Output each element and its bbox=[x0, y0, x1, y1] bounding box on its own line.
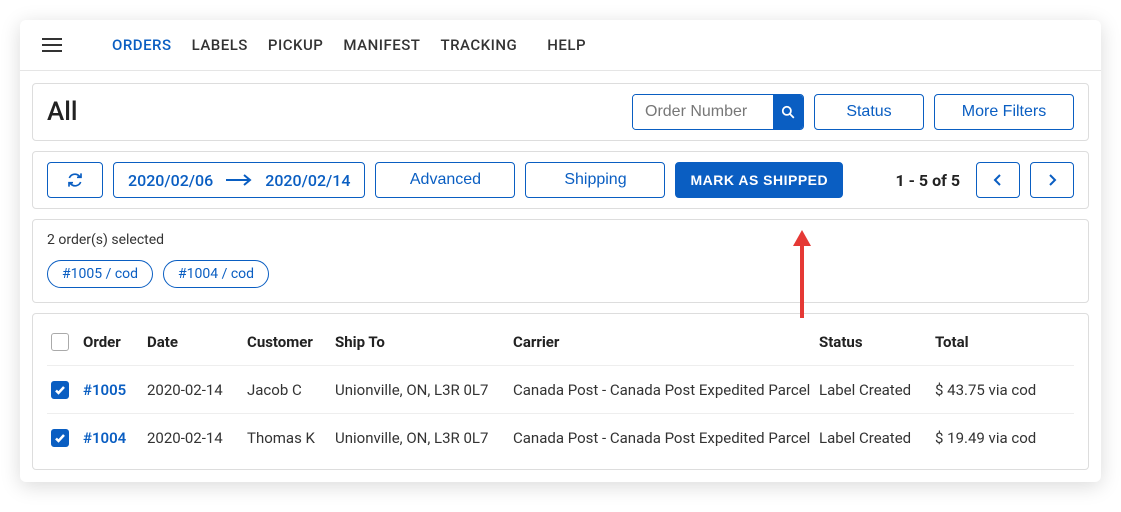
cell-status: Label Created bbox=[819, 366, 935, 414]
date-from: 2020/02/06 bbox=[128, 171, 213, 190]
app-window: ORDERS LABELS PICKUP MANIFEST TRACKING H… bbox=[20, 20, 1101, 482]
status-filter-button[interactable]: Status bbox=[814, 94, 924, 130]
refresh-icon bbox=[67, 172, 83, 188]
search-button[interactable] bbox=[773, 95, 803, 129]
search-icon bbox=[781, 105, 795, 119]
selection-chips: #1005 / cod #1004 / cod bbox=[47, 260, 1074, 288]
col-shipto: Ship To bbox=[335, 318, 513, 366]
col-customer: Customer bbox=[247, 318, 335, 366]
order-number-input[interactable] bbox=[633, 95, 773, 129]
selection-chip[interactable]: #1004 / cod bbox=[163, 260, 269, 288]
cell-shipto: Unionville, ON, L3R 0L7 bbox=[335, 414, 513, 462]
toolbar-row: 2020/02/06 2020/02/14 Advanced Shipping … bbox=[32, 151, 1089, 209]
col-order: Order bbox=[83, 318, 147, 366]
cell-total: $ 43.75 via cod bbox=[935, 366, 1074, 414]
shipping-button[interactable]: Shipping bbox=[525, 162, 665, 198]
cell-customer: Thomas K bbox=[247, 414, 335, 462]
check-icon bbox=[54, 384, 66, 396]
cell-date: 2020-02-14 bbox=[147, 366, 247, 414]
check-icon bbox=[54, 432, 66, 444]
select-all-checkbox[interactable] bbox=[51, 333, 69, 351]
advanced-button[interactable]: Advanced bbox=[375, 162, 515, 198]
col-status: Status bbox=[819, 318, 935, 366]
table-header-row: Order Date Customer Ship To Carrier Stat… bbox=[47, 318, 1074, 366]
cell-customer: Jacob C bbox=[247, 366, 335, 414]
topbar: ORDERS LABELS PICKUP MANIFEST TRACKING H… bbox=[20, 20, 1101, 71]
col-date: Date bbox=[147, 318, 247, 366]
cell-total: $ 19.49 via cod bbox=[935, 414, 1074, 462]
order-link[interactable]: #1005 bbox=[83, 381, 126, 399]
row-checkbox[interactable] bbox=[51, 381, 69, 399]
date-range-picker[interactable]: 2020/02/06 2020/02/14 bbox=[113, 162, 365, 198]
row-checkbox[interactable] bbox=[51, 429, 69, 447]
nav-manifest[interactable]: MANIFEST bbox=[343, 36, 420, 54]
nav-labels[interactable]: LABELS bbox=[192, 36, 248, 54]
nav-orders[interactable]: ORDERS bbox=[112, 36, 172, 54]
more-filters-button[interactable]: More Filters bbox=[934, 94, 1074, 130]
mark-as-shipped-button[interactable]: MARK AS SHIPPED bbox=[675, 162, 843, 198]
orders-table: Order Date Customer Ship To Carrier Stat… bbox=[47, 318, 1074, 461]
selection-summary: 2 order(s) selected bbox=[47, 232, 1074, 248]
cell-status: Label Created bbox=[819, 414, 935, 462]
nav-help[interactable]: HELP bbox=[547, 36, 586, 54]
chevron-left-icon bbox=[993, 173, 1003, 187]
pagination-text: 1 - 5 of 5 bbox=[895, 171, 960, 190]
cell-shipto: Unionville, ON, L3R 0L7 bbox=[335, 366, 513, 414]
order-search-group bbox=[632, 94, 804, 130]
date-to: 2020/02/14 bbox=[265, 171, 350, 190]
table-row: #1004 2020-02-14 Thomas K Unionville, ON… bbox=[47, 414, 1074, 462]
order-link[interactable]: #1004 bbox=[83, 429, 126, 447]
refresh-button[interactable] bbox=[47, 162, 103, 198]
selection-panel: 2 order(s) selected #1005 / cod #1004 / … bbox=[32, 219, 1089, 303]
table-row: #1005 2020-02-14 Jacob C Unionville, ON,… bbox=[47, 366, 1074, 414]
nav-tracking[interactable]: TRACKING bbox=[440, 36, 517, 54]
prev-page-button[interactable] bbox=[976, 162, 1020, 198]
chevron-right-icon bbox=[1047, 173, 1057, 187]
page-title: All bbox=[47, 97, 78, 127]
cell-carrier: Canada Post - Canada Post Expedited Parc… bbox=[513, 366, 819, 414]
col-total: Total bbox=[935, 318, 1074, 366]
cell-carrier: Canada Post - Canada Post Expedited Parc… bbox=[513, 414, 819, 462]
selection-chip[interactable]: #1005 / cod bbox=[47, 260, 153, 288]
orders-table-panel: Order Date Customer Ship To Carrier Stat… bbox=[32, 313, 1089, 470]
title-row: All Status More Filters bbox=[32, 83, 1089, 141]
col-carrier: Carrier bbox=[513, 318, 819, 366]
hamburger-menu-icon[interactable] bbox=[40, 36, 64, 54]
nav-pickup[interactable]: PICKUP bbox=[268, 36, 323, 54]
next-page-button[interactable] bbox=[1030, 162, 1074, 198]
nav-items: ORDERS LABELS PICKUP MANIFEST TRACKING H… bbox=[112, 36, 586, 54]
arrow-right-icon bbox=[225, 173, 253, 187]
cell-date: 2020-02-14 bbox=[147, 414, 247, 462]
